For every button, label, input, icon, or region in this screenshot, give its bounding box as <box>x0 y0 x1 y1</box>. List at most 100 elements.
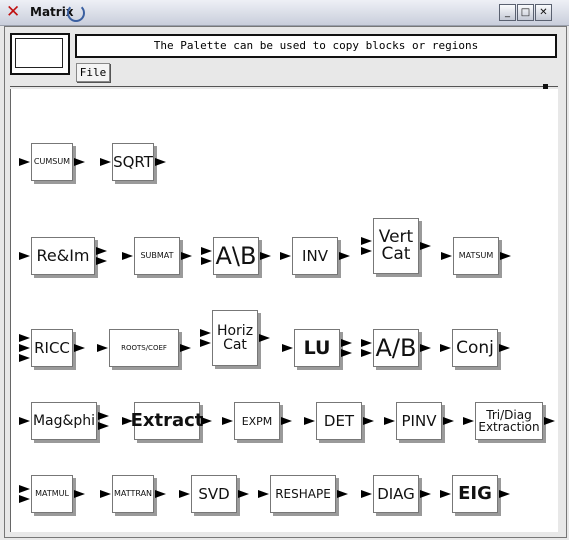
palette-block[interactable]: RESHAPE <box>258 475 348 513</box>
input-port-icon[interactable] <box>19 334 30 342</box>
palette-block[interactable]: DIAG <box>361 475 431 513</box>
palette-block[interactable]: Horiz Cat <box>200 310 270 366</box>
input-port-icon[interactable] <box>361 237 372 245</box>
palette-block[interactable]: LU <box>282 329 352 367</box>
input-port-icon[interactable] <box>100 158 111 166</box>
output-port-icon[interactable] <box>96 247 107 255</box>
palette-block[interactable]: DET <box>304 402 374 440</box>
output-port-icon[interactable] <box>420 344 431 352</box>
output-port-icon[interactable] <box>155 490 166 498</box>
input-port-icon[interactable] <box>179 490 190 498</box>
output-port-icon[interactable] <box>74 344 85 352</box>
output-port-icon[interactable] <box>499 490 510 498</box>
output-port-icon[interactable] <box>544 417 555 425</box>
block-label: Mag&phi <box>31 402 97 440</box>
output-port-icon[interactable] <box>98 412 109 420</box>
palette-block[interactable]: RICC <box>19 329 85 367</box>
minimize-button[interactable]: _ <box>499 4 516 21</box>
palette-block[interactable]: EXPM <box>222 402 292 440</box>
palette-block[interactable]: SQRT <box>100 143 166 181</box>
output-port-icon[interactable] <box>420 490 431 498</box>
output-port-icon[interactable] <box>363 417 374 425</box>
block-label: Horiz Cat <box>212 310 258 366</box>
input-port-icon[interactable] <box>19 252 30 260</box>
output-port-icon[interactable] <box>74 158 85 166</box>
palette-block[interactable]: Vert Cat <box>361 218 431 274</box>
input-port-icon[interactable] <box>282 344 293 352</box>
output-port-icon[interactable] <box>337 490 348 498</box>
palette-block[interactable]: MATSUM <box>441 237 511 275</box>
input-port-icon[interactable] <box>361 339 372 347</box>
input-port-icon[interactable] <box>19 344 30 352</box>
output-port-icon[interactable] <box>420 242 431 250</box>
input-port-icon[interactable] <box>280 252 291 260</box>
palette-canvas[interactable]: CUMSUM SQRT Re&Im SUBMAT A\B INV Vert Cat MATSU… <box>10 89 558 532</box>
input-port-icon[interactable] <box>19 485 30 493</box>
input-port-icon[interactable] <box>258 490 269 498</box>
input-port-icon[interactable] <box>19 158 30 166</box>
output-port-icon[interactable] <box>74 490 85 498</box>
palette-thumbnail[interactable] <box>10 33 70 75</box>
close-button[interactable]: ✕ <box>535 4 552 21</box>
input-port-icon[interactable] <box>361 349 372 357</box>
input-port-icon[interactable] <box>384 417 395 425</box>
output-port-icon[interactable] <box>339 252 350 260</box>
palette-block[interactable]: CUMSUM <box>19 143 85 181</box>
palette-block[interactable]: Re&Im <box>19 237 107 275</box>
input-port-icon[interactable] <box>201 257 212 265</box>
input-port-icon[interactable] <box>440 490 451 498</box>
palette-block[interactable]: PINV <box>384 402 454 440</box>
block-label: Conj <box>452 329 498 367</box>
input-port-icon[interactable] <box>441 252 452 260</box>
output-port-icon[interactable] <box>180 344 191 352</box>
input-port-icon[interactable] <box>122 252 133 260</box>
output-port-icon[interactable] <box>499 344 510 352</box>
palette-block[interactable]: SUBMAT <box>122 237 192 275</box>
output-port-icon[interactable] <box>341 339 352 347</box>
palette-block[interactable]: EIG <box>440 475 510 513</box>
palette-block[interactable]: A\B <box>201 237 271 275</box>
palette-block[interactable]: ROOTS/COEF <box>97 329 191 367</box>
close-x-icon[interactable]: ✕ <box>6 3 20 21</box>
input-port-icon[interactable] <box>304 417 315 425</box>
output-port-icon[interactable] <box>281 417 292 425</box>
output-port-icon[interactable] <box>500 252 511 260</box>
palette-block[interactable]: MATTRAN <box>100 475 166 513</box>
input-port-icon[interactable] <box>19 417 30 425</box>
input-port-icon[interactable] <box>361 247 372 255</box>
input-port-icon[interactable] <box>200 329 211 337</box>
input-port-icon[interactable] <box>361 490 372 498</box>
input-port-icon[interactable] <box>440 344 451 352</box>
palette-block[interactable]: Mag&phi <box>19 402 109 440</box>
palette-block[interactable]: Conj <box>440 329 510 367</box>
palette-block[interactable]: Tri/Diag Extraction <box>463 402 555 440</box>
output-port-icon[interactable] <box>341 349 352 357</box>
block-label: EIG <box>452 475 498 513</box>
output-port-icon[interactable] <box>96 257 107 265</box>
input-port-icon[interactable] <box>100 490 111 498</box>
palette-block[interactable]: MATMUL <box>19 475 85 513</box>
output-port-icon[interactable] <box>443 417 454 425</box>
file-menu-button[interactable]: File <box>76 63 110 82</box>
output-port-icon[interactable] <box>238 490 249 498</box>
input-port-icon[interactable] <box>97 344 108 352</box>
block-label: INV <box>292 237 338 275</box>
output-port-icon[interactable] <box>155 158 166 166</box>
input-port-icon[interactable] <box>201 247 212 255</box>
palette-block[interactable]: Extract <box>122 402 212 440</box>
input-port-icon[interactable] <box>19 495 30 503</box>
output-port-icon[interactable] <box>181 252 192 260</box>
input-port-icon[interactable] <box>222 417 233 425</box>
output-port-icon[interactable] <box>259 334 270 342</box>
palette-block[interactable]: A/B <box>361 329 431 367</box>
input-port-icon[interactable] <box>200 339 211 347</box>
input-port-icon[interactable] <box>19 354 30 362</box>
palette-block[interactable]: INV <box>280 237 350 275</box>
input-port-icon[interactable] <box>463 417 474 425</box>
input-port-icon[interactable] <box>122 417 133 425</box>
output-port-icon[interactable] <box>98 422 109 430</box>
output-port-icon[interactable] <box>201 417 212 425</box>
output-port-icon[interactable] <box>260 252 271 260</box>
palette-block[interactable]: SVD <box>179 475 249 513</box>
maximize-button[interactable]: □ <box>517 4 534 21</box>
